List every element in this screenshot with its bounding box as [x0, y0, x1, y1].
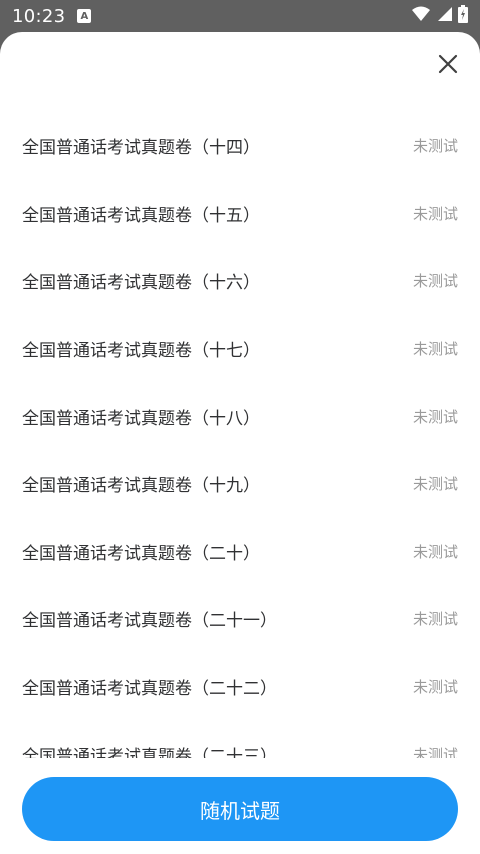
list-item[interactable]: 全国普通话考试真题卷（二十） 未测试 [0, 518, 480, 586]
paper-status: 未测试 [412, 542, 458, 561]
status-icons [412, 5, 468, 27]
paper-title: 全国普通话考试真题卷（十九） [22, 476, 260, 497]
wifi-icon [412, 6, 430, 26]
paper-title: 全国普通话考试真题卷（十七） [22, 341, 260, 362]
close-button[interactable] [436, 52, 460, 76]
list-item[interactable]: 全国普通话考试真题卷（十七） 未测试 [0, 315, 480, 383]
paper-list: 全国普通话考试真题卷（十四） 未测试 全国普通话考试真题卷（十五） 未测试 全国… [0, 112, 480, 788]
status-bar: 10:23 A [0, 0, 480, 32]
battery-icon [458, 5, 468, 27]
paper-status: 未测试 [412, 340, 458, 359]
paper-title: 全国普通话考试真题卷（十五） [22, 205, 260, 226]
paper-title: 全国普通话考试真题卷（十四） [22, 138, 260, 159]
paper-status: 未测试 [412, 610, 458, 629]
signal-icon [436, 6, 452, 26]
close-icon [438, 54, 458, 74]
paper-status: 未测试 [412, 475, 458, 494]
paper-status: 未测试 [412, 272, 458, 291]
paper-status: 未测试 [412, 678, 458, 697]
test-paper-sheet: 全国普通话考试真题卷（十四） 未测试 全国普通话考试真题卷（十五） 未测试 全国… [0, 32, 480, 854]
paper-status: 未测试 [412, 204, 458, 223]
paper-title: 全国普通话考试真题卷（二十二） [22, 679, 277, 700]
list-item[interactable]: 全国普通话考试真题卷（十八） 未测试 [0, 382, 480, 450]
paper-status: 未测试 [412, 407, 458, 426]
paper-status: 未测试 [412, 137, 458, 156]
app-notification-icon: A [77, 9, 92, 23]
list-item[interactable]: 全国普通话考试真题卷（十九） 未测试 [0, 450, 480, 518]
list-item[interactable]: 全国普通话考试真题卷（十五） 未测试 [0, 180, 480, 248]
status-time: 10:23 [12, 5, 66, 27]
list-item[interactable]: 全国普通话考试真题卷（十四） 未测试 [0, 112, 480, 180]
paper-title: 全国普通话考试真题卷（二十一） [22, 611, 277, 632]
list-item[interactable]: 全国普通话考试真题卷（二十二） 未测试 [0, 653, 480, 721]
list-item[interactable]: 全国普通话考试真题卷（二十一） 未测试 [0, 585, 480, 653]
list-item[interactable]: 全国普通话考试真题卷（十六） 未测试 [0, 247, 480, 315]
random-test-button[interactable]: 随机试题 [22, 777, 458, 841]
paper-title: 全国普通话考试真题卷（二十） [22, 543, 260, 564]
paper-title: 全国普通话考试真题卷（十六） [22, 273, 260, 294]
paper-title: 全国普通话考试真题卷（十八） [22, 408, 260, 429]
